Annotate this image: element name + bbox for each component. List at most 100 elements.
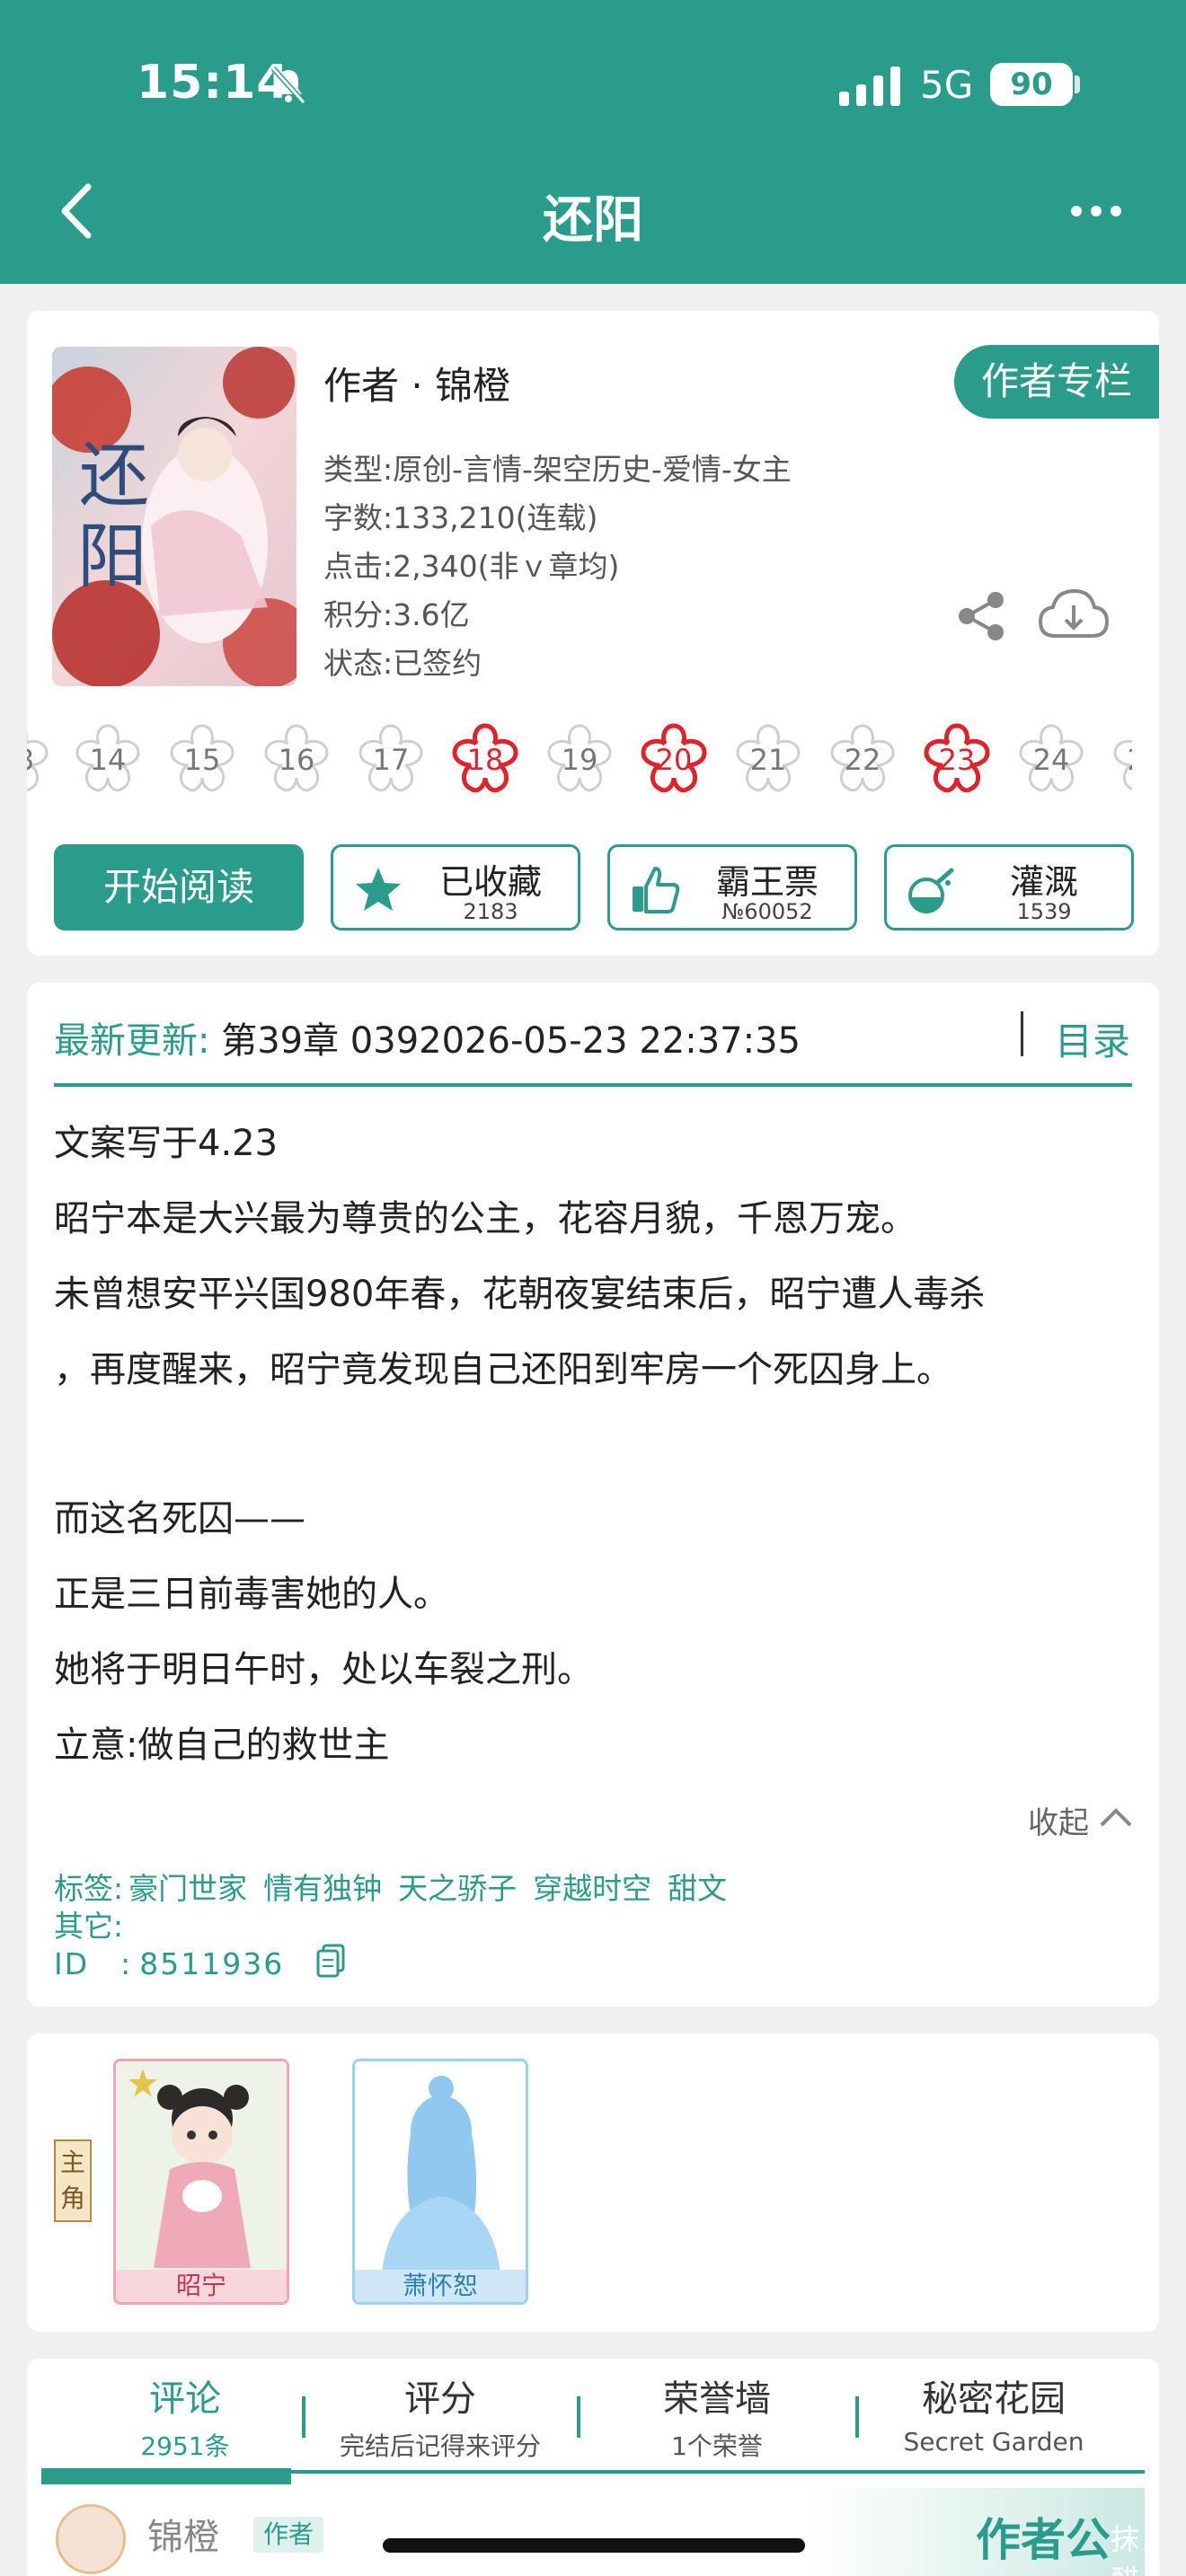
- tab-sub: 2951条: [140, 2431, 230, 2461]
- tab-comments[interactable]: 评论 2951条: [50, 2369, 320, 2463]
- latest-update-value: 第39章 0392026-05-23 22:37:35: [209, 1020, 801, 1062]
- collapse-button[interactable]: 收起: [1028, 1798, 1089, 1842]
- meta-genre: 类型:原创-言情-架空历史-爱情-女主: [323, 452, 792, 487]
- chevron-up-icon[interactable]: [1098, 1804, 1134, 1831]
- silent-bell-icon: [270, 66, 306, 105]
- other-label: 其它:: [54, 1909, 124, 1944]
- tag[interactable]: 天之骄子: [398, 1871, 517, 1906]
- tab-sub: 1个荣誉: [671, 2431, 763, 2461]
- comment-row[interactable]: 锦橙 作者 作者公告 抹醋: [41, 2488, 1145, 2576]
- tab-title: 评论: [149, 2378, 221, 2420]
- copy-icon[interactable]: [316, 1944, 345, 1978]
- vote-ticket-button[interactable]: 霸王票 №60052: [607, 844, 857, 931]
- start-reading-button[interactable]: 开始阅读: [54, 844, 304, 931]
- battery-icon: 90: [990, 63, 1073, 106]
- avatar[interactable]: [56, 2504, 126, 2574]
- latest-update-key: 最新更新:: [54, 1020, 210, 1062]
- tab-title: 荣誉墙: [663, 2378, 771, 2420]
- id-value: 8511936: [139, 1946, 285, 1981]
- flower-badge: 14: [65, 717, 151, 803]
- flower-badge: 16: [253, 717, 340, 803]
- flower-badge-highlight: 23: [914, 717, 1000, 803]
- role-tag: 主角: [54, 2139, 92, 2222]
- flower-badge-highlight: 18: [442, 717, 528, 803]
- character-portrait: [116, 2061, 287, 2272]
- tab-sub: Secret Garden: [903, 2427, 1084, 2457]
- tags-label: 标签:: [54, 1871, 124, 1906]
- flower-badge: 15: [159, 717, 245, 803]
- meta-score: 积分:3.6亿: [323, 597, 470, 632]
- tab-title: 秘密花园: [922, 2378, 1066, 2420]
- tab-separator: [577, 2396, 580, 2438]
- meta-status: 状态:已签约: [323, 646, 482, 681]
- irrigate-count: 1539: [1016, 899, 1072, 924]
- character-portrait: [355, 2061, 526, 2272]
- intro-line: 而这名死囚——: [54, 1498, 305, 1539]
- intro-line: 立意:做自己的救世主: [54, 1725, 390, 1766]
- comment-user[interactable]: 锦橙: [147, 2508, 219, 2560]
- thumbs-up-icon: [633, 867, 680, 913]
- intro-line: 她将于明日午时，处以车裂之刑。: [54, 1649, 593, 1690]
- home-indicator[interactable]: [383, 2538, 805, 2553]
- battery-tip: [1075, 75, 1080, 93]
- tag[interactable]: 情有独钟: [263, 1871, 382, 1906]
- cover-title-2: 阳: [77, 516, 147, 597]
- tab-honor-wall[interactable]: 荣誉墙 1个荣誉: [582, 2369, 852, 2463]
- download-cloud-icon[interactable]: [1037, 584, 1109, 643]
- flower-badge: 13: [27, 717, 59, 803]
- character-card[interactable]: 昭宁: [113, 2059, 289, 2305]
- intro-line: 昭宁本是大兴最为尊贵的公主，花容月貌，千恩万宠。: [54, 1198, 916, 1239]
- author-column-button[interactable]: 作者专栏: [954, 345, 1159, 419]
- intro-line: 未曾想安平兴国980年春，花朝夜宴结束后，昭宁遭人毒杀: [54, 1274, 986, 1315]
- tag[interactable]: 穿越时空: [533, 1871, 651, 1906]
- meta-wordcount: 字数:133,210(连载): [323, 500, 598, 535]
- page-title: 还阳: [543, 191, 643, 250]
- tab-sub: 完结后记得来评分: [339, 2431, 541, 2461]
- tab-ratings[interactable]: 评分 完结后记得来评分: [305, 2369, 575, 2463]
- status-time: 15:14: [137, 56, 290, 110]
- vote-ticket-label: 霸王票: [715, 862, 819, 902]
- divider: [1021, 1011, 1023, 1056]
- favorite-count: 2183: [463, 899, 518, 924]
- latest-update[interactable]: 最新更新: 第39章 0392026-05-23 22:37:35: [54, 1011, 801, 1063]
- share-icon[interactable]: [954, 589, 1008, 643]
- book-cover[interactable]: 还 阳: [52, 347, 296, 686]
- flower-badge: 22: [819, 717, 906, 803]
- app-header: 15:14 5G 90 还阳: [0, 0, 1186, 284]
- tag[interactable]: 豪门世家: [128, 1871, 247, 1906]
- character-name: 昭宁: [116, 2270, 287, 2302]
- intro-line: 正是三日前毒害她的人。: [54, 1574, 449, 1615]
- more-icon[interactable]: [1069, 199, 1123, 223]
- id-row: ID :8511936: [54, 1940, 300, 1983]
- character-card[interactable]: 萧怀恕: [352, 2059, 528, 2305]
- vote-ticket-count: №60052: [721, 899, 813, 924]
- irrigate-label: 灌溉: [1009, 862, 1078, 902]
- meta-clicks: 点击:2,340(非ｖ章均): [323, 549, 620, 584]
- tag[interactable]: 甜文: [668, 1871, 727, 1906]
- author-badge: 作者: [253, 2517, 323, 2553]
- author-line[interactable]: 作者 · 锦橙: [323, 356, 510, 410]
- favorite-button[interactable]: 已收藏 2183: [331, 844, 580, 931]
- tab-secret-garden[interactable]: 秘密花园 Secret Garden: [859, 2369, 1128, 2457]
- flower-badge: 24: [1008, 717, 1094, 803]
- tab-active-indicator: [41, 2468, 291, 2484]
- cover-art: 还 阳: [52, 347, 296, 686]
- flower-rank-strip[interactable]: 13 14 15 16 17 18 19 20 21 22 23 24 25: [27, 717, 1132, 807]
- watering-icon: [908, 868, 954, 913]
- flower-badge: 19: [536, 717, 623, 803]
- flower-badge: 17: [348, 717, 434, 803]
- toc-link[interactable]: 目录: [1055, 1011, 1130, 1066]
- flower-badge: 21: [725, 717, 811, 803]
- divider: [54, 1083, 1132, 1087]
- favorite-label: 已收藏: [438, 862, 542, 902]
- watermark: 抹醋: [1111, 2522, 1140, 2576]
- star-icon: [356, 868, 401, 911]
- irrigate-button[interactable]: 灌溉 1539: [884, 844, 1134, 931]
- intro-line: ，再度醒来，昭宁竟发现自己还阳到牢房一个死囚身上。: [54, 1349, 952, 1390]
- tab-title: 评分: [404, 2378, 476, 2420]
- character-name: 萧怀恕: [355, 2270, 526, 2302]
- id-label: ID :: [54, 1946, 133, 1981]
- signal-icon: [839, 66, 900, 106]
- flower-badge: 25: [1102, 717, 1132, 803]
- intro-line: 文案写于4.23: [54, 1123, 279, 1164]
